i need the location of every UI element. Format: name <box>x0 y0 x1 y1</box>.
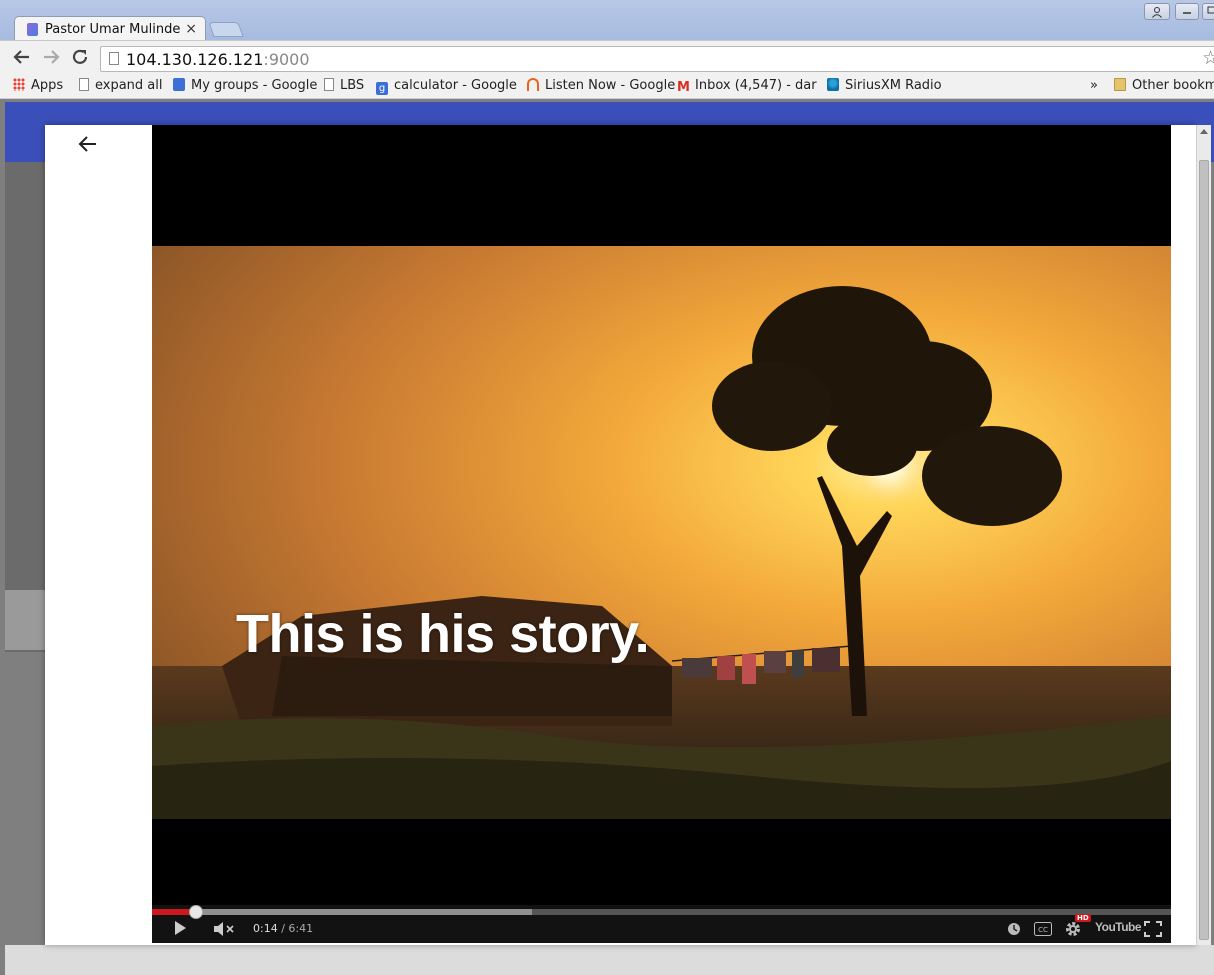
google-icon: g <box>376 82 388 95</box>
maximize-icon <box>1207 6 1214 14</box>
arrow-left-icon <box>78 136 96 152</box>
minimize-button[interactable] <box>1175 3 1199 20</box>
svg-text:CC: CC <box>1038 926 1048 934</box>
bookmark-expand-all[interactable]: expand all <box>79 78 163 93</box>
headphones-icon <box>527 78 539 91</box>
time-separator: / <box>277 922 289 935</box>
bookmark-siriusxm[interactable]: SiriusXM Radio <box>827 78 942 93</box>
profile-button[interactable] <box>1144 3 1170 20</box>
back-arrow-icon <box>13 50 29 64</box>
progress-buffered <box>152 909 533 915</box>
scroll-thumb[interactable] <box>1199 160 1209 940</box>
scroll-up-icon[interactable] <box>1200 129 1208 134</box>
page-icon <box>109 52 119 65</box>
fullscreen-icon <box>1144 921 1162 937</box>
page-left-image <box>5 162 50 652</box>
url-text: 104.130.126.121:9000 <box>126 50 310 69</box>
folder-icon <box>1114 78 1126 91</box>
bookmarks-overflow-button[interactable]: » <box>1090 78 1098 93</box>
modal-scrollbar[interactable] <box>1196 125 1211 945</box>
video-caption: This is his story. <box>236 604 650 664</box>
time-total: 6:41 <box>288 922 314 935</box>
play-button[interactable] <box>172 920 188 940</box>
watch-later-button[interactable] <box>1007 922 1021 940</box>
browser-tab[interactable]: Pastor Umar Mulinde × <box>14 16 206 42</box>
youtube-logo[interactable]: YouTube <box>1095 920 1142 934</box>
reload-icon <box>72 49 88 64</box>
bookmark-calculator[interactable]: g calculator - Google <box>376 78 517 95</box>
page-bottom-area <box>5 945 1214 975</box>
modal-back-button[interactable] <box>77 133 99 161</box>
fullscreen-button[interactable] <box>1144 921 1162 941</box>
minimize-icon <box>1183 12 1191 14</box>
gmail-icon: M <box>677 80 690 95</box>
hd-badge: HD <box>1075 914 1091 922</box>
time-current: 0:14 <box>253 922 278 935</box>
tab-favicon-icon <box>27 23 38 36</box>
other-bookmarks[interactable]: Other bookm <box>1114 78 1214 93</box>
tab-title: Pastor Umar Mulinde <box>45 22 181 37</box>
bookmarks-bar: Apps expand all My groups - Google LBS g… <box>0 75 1214 99</box>
bookmark-my-groups[interactable]: My groups - Google <box>173 78 317 93</box>
maximize-button[interactable] <box>1202 3 1214 20</box>
captions-button[interactable]: CC <box>1034 922 1052 940</box>
video-frame <box>152 246 1171 819</box>
bookmark-apps[interactable]: Apps <box>13 78 63 93</box>
progress-bar[interactable] <box>152 905 1171 919</box>
time-display: 0:14 / 6:41 <box>253 922 313 935</box>
bookmark-lbs[interactable]: LBS <box>324 78 364 93</box>
url-host: 104.130.126.121 <box>126 50 264 69</box>
back-button[interactable] <box>11 47 33 69</box>
apps-grid-icon <box>13 78 25 91</box>
gear-icon <box>1066 922 1080 936</box>
player-controls: 0:14 / 6:41 CC HD YouTube <box>152 905 1171 943</box>
forward-button[interactable] <box>40 47 62 69</box>
bookmark-listen-now[interactable]: Listen Now - Google <box>527 78 675 93</box>
reload-button[interactable] <box>69 47 91 69</box>
page-icon <box>324 78 334 91</box>
page-icon <box>79 78 89 91</box>
video-player[interactable]: This is his story. 0:14 / 6:41 CC HD You… <box>152 125 1171 943</box>
groups-icon <box>173 78 185 91</box>
bookmark-inbox[interactable]: M Inbox (4,547) - dar <box>677 78 817 94</box>
siriusxm-icon <box>827 78 839 91</box>
browser-toolbar: 104.130.126.121:9000 ☆ <box>0 40 1214 76</box>
address-bar[interactable]: 104.130.126.121:9000 ☆ <box>100 46 1214 72</box>
new-tab-button[interactable] <box>208 22 244 37</box>
tab-close-icon[interactable]: × <box>185 21 197 37</box>
cc-icon: CC <box>1034 922 1052 936</box>
mute-button[interactable] <box>213 921 235 941</box>
tab-strip: Pastor Umar Mulinde × <box>0 0 1214 42</box>
bookmark-star-icon[interactable]: ☆ <box>1202 47 1214 69</box>
forward-arrow-icon <box>44 50 60 64</box>
person-icon <box>1152 7 1162 18</box>
play-icon <box>175 921 186 935</box>
settings-button[interactable]: HD <box>1064 914 1091 942</box>
progress-scrubber[interactable] <box>188 905 203 919</box>
page-left-panel <box>5 590 50 650</box>
volume-muted-icon <box>214 922 234 936</box>
clock-icon <box>1008 923 1020 935</box>
url-port: :9000 <box>263 50 310 69</box>
